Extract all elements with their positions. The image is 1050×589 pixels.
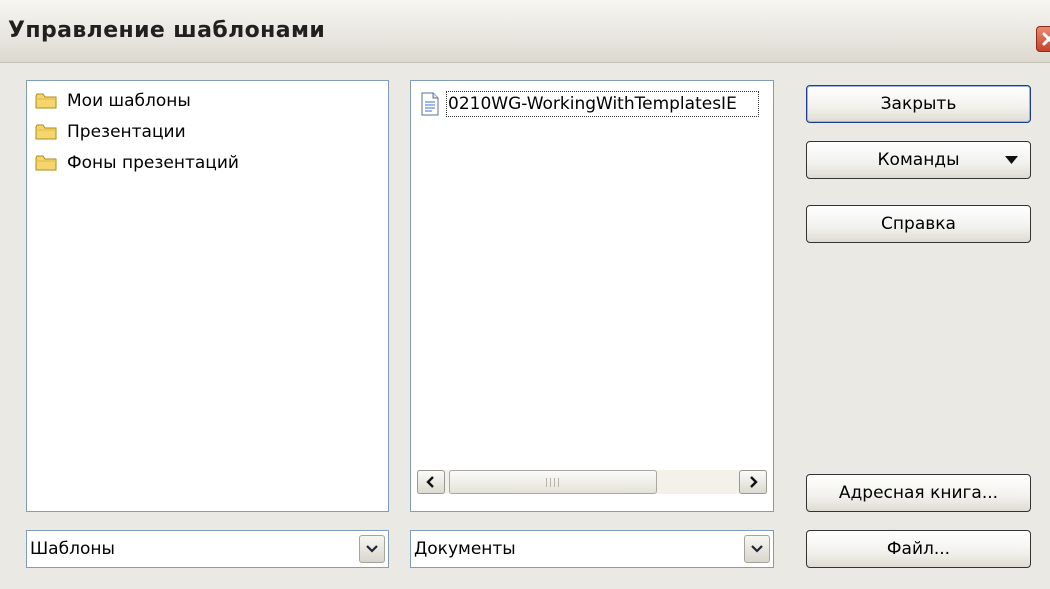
dialog-title: Управление шаблонами	[8, 18, 326, 43]
chevron-down-icon	[751, 545, 763, 553]
folder-icon	[35, 93, 57, 109]
folder-icon	[35, 124, 57, 140]
scrollbar-thumb[interactable]	[449, 470, 657, 494]
address-book-button[interactable]: Адресная книга...	[806, 474, 1031, 512]
right-source-dropdown-button[interactable]	[744, 535, 770, 563]
title-bar[interactable]: Управление шаблонами	[0, 0, 1050, 63]
file-button-label: Файл...	[886, 539, 951, 559]
help-button[interactable]: Справка	[806, 205, 1031, 243]
right-source-value: Документы	[414, 539, 516, 559]
list-item-label: Фоны презентаций	[67, 153, 239, 173]
left-source-value: Шаблоны	[30, 539, 115, 559]
left-source-select[interactable]: Шаблоны	[26, 530, 389, 568]
scroll-right-button[interactable]	[739, 470, 767, 494]
list-item[interactable]: 0210WG-WorkingWithTemplatesIE	[421, 91, 759, 117]
commands-button[interactable]: Команды	[806, 141, 1031, 179]
left-source-dropdown-button[interactable]	[359, 535, 385, 563]
horizontal-scrollbar[interactable]	[417, 470, 767, 494]
scroll-left-button[interactable]	[417, 470, 445, 494]
template-categories-list[interactable]: Мои шаблоны Презентации Фоны презентаций	[26, 80, 389, 512]
list-item-label: Мои шаблоны	[67, 91, 191, 111]
list-item[interactable]: Фоны презентаций	[35, 152, 239, 174]
commands-button-label: Команды	[877, 150, 960, 170]
list-item-label: Презентации	[67, 122, 186, 142]
close-button-label: Закрыть	[880, 94, 957, 114]
list-item[interactable]: Презентации	[35, 121, 186, 143]
help-button-label: Справка	[881, 214, 956, 234]
file-name-label: 0210WG-WorkingWithTemplatesIE	[446, 91, 759, 117]
scroll-right-icon	[750, 476, 758, 488]
address-book-button-label: Адресная книга...	[838, 483, 999, 503]
manage-templates-dialog: Управление шаблонами Мои шаблоны Презент…	[0, 0, 1050, 589]
right-source-select[interactable]: Документы	[410, 530, 774, 568]
document-icon	[421, 92, 439, 116]
chevron-down-icon	[366, 545, 378, 553]
templates-file-list[interactable]: 0210WG-WorkingWithTemplatesIE	[410, 80, 774, 512]
close-icon	[1042, 32, 1050, 46]
window-close-button[interactable]	[1036, 26, 1050, 52]
file-button[interactable]: Файл...	[806, 530, 1031, 568]
close-button[interactable]: Закрыть	[806, 85, 1031, 123]
folder-icon	[35, 155, 57, 171]
list-item[interactable]: Мои шаблоны	[35, 90, 191, 112]
chevron-down-icon	[1005, 156, 1018, 164]
scroll-left-icon	[426, 476, 434, 488]
